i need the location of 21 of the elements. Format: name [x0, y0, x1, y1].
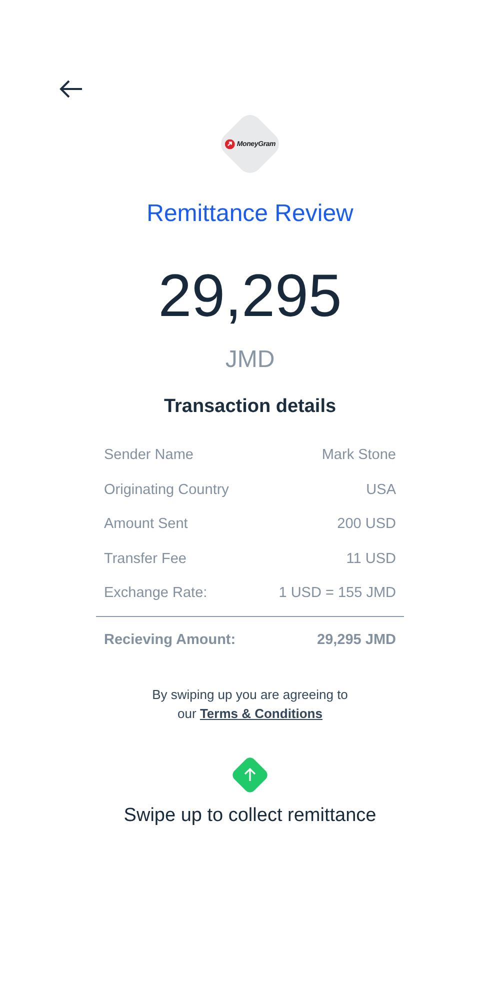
detail-label: Amount Sent	[104, 516, 188, 532]
detail-value: Mark Stone	[322, 447, 396, 464]
page-title: Remittance Review	[146, 200, 354, 228]
swipe-instruction: Swipe up to collect remittance	[124, 804, 376, 826]
detail-label: Sender Name	[104, 447, 194, 464]
detail-label: Transfer Fee	[104, 550, 186, 567]
detail-value: 200 USD	[337, 516, 396, 532]
logo-icon	[224, 139, 235, 149]
detail-label: Recieving Amount:	[104, 632, 236, 648]
detail-value: 1 USD = 155 JMD	[278, 585, 396, 602]
detail-value: USA	[366, 482, 396, 498]
detail-label: Exchange Rate:	[104, 585, 208, 602]
currency-code: JMD	[225, 346, 275, 374]
detail-value: 11 USD	[346, 550, 396, 567]
terms-link[interactable]: Terms & Conditions	[200, 706, 322, 720]
arrow-up-icon	[242, 766, 258, 782]
agreement-text: By swiping up you are agreeing to our Terms & Conditions	[151, 686, 349, 722]
amount-value: 29,295	[158, 266, 342, 326]
detail-value: 29,295 JMD	[317, 632, 396, 648]
section-heading: Transaction details	[164, 396, 336, 418]
detail-label: Originating Country	[104, 482, 229, 498]
